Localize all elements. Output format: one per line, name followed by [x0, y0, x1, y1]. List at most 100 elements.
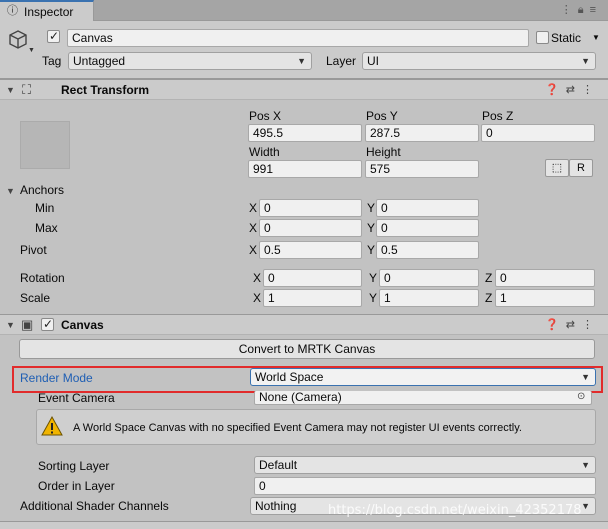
- canvas-component-header[interactable]: ▼ ▣ Canvas ❓⇄⋮: [0, 314, 608, 335]
- pivot-y-field[interactable]: 0.5: [376, 241, 479, 259]
- help-icon: ❓: [545, 84, 566, 96]
- anchor-preset-button[interactable]: [20, 121, 70, 169]
- tag-dropdown[interactable]: Untagged ▼: [68, 52, 312, 70]
- scale-label: Scale: [20, 291, 51, 305]
- layer-value: UI: [367, 54, 379, 68]
- scale-y-label: Y: [369, 291, 378, 305]
- rot-x-label: X: [253, 271, 262, 285]
- event-camera-field[interactable]: None (Camera): [254, 391, 592, 405]
- preset-icon: ⇄: [565, 319, 582, 331]
- scale-x-field[interactable]: 1: [263, 289, 362, 307]
- raw-button-label: R: [577, 162, 585, 174]
- gameobject-cube-icon[interactable]: [8, 29, 28, 51]
- canvas-title: Canvas: [61, 318, 104, 332]
- scale-z-label: Z: [485, 291, 493, 305]
- rot-x-field[interactable]: 0: [263, 269, 362, 287]
- sorting-layer-label: Sorting Layer: [38, 459, 110, 473]
- component-icons[interactable]: ❓⇄⋮: [545, 83, 600, 96]
- max-y-field[interactable]: 0: [376, 219, 479, 237]
- pos-z-field[interactable]: 0: [481, 124, 595, 142]
- tab-menu-icons[interactable]: ⋮🔒︎≡: [561, 3, 602, 17]
- min-y-label: Y: [367, 201, 376, 215]
- min-label: Min: [35, 201, 55, 215]
- blueprint-mode-button[interactable]: ⬚: [545, 159, 569, 177]
- chevron-down-icon: ▼: [581, 501, 590, 511]
- rot-y-label: Y: [369, 271, 378, 285]
- pos-x-field[interactable]: 495.5: [248, 124, 362, 142]
- width-field[interactable]: 991: [248, 160, 362, 178]
- scale-y-field[interactable]: 1: [379, 289, 479, 307]
- foldout-arrow-icon[interactable]: ▼: [6, 320, 15, 330]
- convert-mrtk-canvas-button[interactable]: Convert to MRTK Canvas: [19, 339, 595, 359]
- more-icon: ⋮: [582, 319, 600, 331]
- min-x-field[interactable]: 0: [259, 199, 362, 217]
- pivot-x-field[interactable]: 0.5: [259, 241, 362, 259]
- more-icon: ⋮: [582, 84, 600, 96]
- preset-icon: ⇄: [565, 84, 582, 96]
- canvas-enabled-checkbox[interactable]: [41, 317, 54, 331]
- tab-inspector[interactable]: ⓘ Inspector: [0, 0, 94, 21]
- more-icon[interactable]: ⋮: [561, 4, 578, 16]
- anchors-foldout-icon[interactable]: ▼: [6, 186, 15, 196]
- active-checkbox[interactable]: [47, 29, 60, 43]
- pos-z-label: Pos Z: [482, 109, 514, 123]
- rect-transform-icon: ⛶: [22, 82, 32, 97]
- chevron-down-icon: ▼: [581, 460, 590, 470]
- watermark-text: https://blog.csdn.net/weixin_42352178: [328, 503, 582, 518]
- min-y-field[interactable]: 0: [376, 199, 479, 217]
- tag-label: Tag: [42, 54, 62, 68]
- max-x-label: X: [249, 221, 258, 235]
- rot-y-field[interactable]: 0: [379, 269, 479, 287]
- rot-z-field[interactable]: 0: [495, 269, 595, 287]
- object-picker-icon[interactable]: ⊙: [577, 391, 585, 402]
- pos-y-field[interactable]: 287.5: [365, 124, 479, 142]
- component-icons[interactable]: ❓⇄⋮: [545, 318, 600, 331]
- sorting-layer-dropdown[interactable]: Default ▼: [254, 456, 596, 474]
- pos-y-label: Pos Y: [366, 109, 398, 123]
- height-field[interactable]: 575: [365, 160, 479, 178]
- warning-text: A World Space Canvas with no specified E…: [73, 422, 522, 434]
- rot-z-label: Z: [485, 271, 493, 285]
- chevron-down-icon: ▼: [581, 56, 590, 66]
- static-checkbox[interactable]: [536, 31, 549, 44]
- height-label: Height: [366, 145, 401, 159]
- next-component-header[interactable]: [0, 521, 608, 529]
- anchors-label: Anchors: [20, 183, 65, 197]
- tab-inspector-label: Inspector: [24, 5, 74, 19]
- layer-dropdown[interactable]: UI ▼: [362, 52, 596, 70]
- render-mode-dropdown[interactable]: World Space ▼: [250, 368, 596, 386]
- object-name-field[interactable]: Canvas: [67, 29, 529, 47]
- static-label: Static: [551, 31, 582, 45]
- warning-icon: [41, 415, 63, 436]
- sorting-layer-value: Default: [259, 458, 298, 472]
- max-label: Max: [35, 221, 58, 235]
- blueprint-icon: ⬚: [551, 162, 563, 174]
- pos-x-label: Pos X: [249, 109, 282, 123]
- rect-transform-title: Rect Transform: [61, 83, 150, 97]
- chevron-down-icon: ▼: [581, 372, 590, 382]
- order-in-layer-field[interactable]: 0: [254, 477, 596, 495]
- canvas-component-icon: ▣: [21, 317, 34, 332]
- pivot-y-label: Y: [367, 243, 376, 257]
- tag-value: Untagged: [73, 54, 126, 68]
- static-dropdown-arrow-icon[interactable]: ▼: [592, 33, 600, 42]
- scale-z-field[interactable]: 1: [495, 289, 595, 307]
- width-label: Width: [249, 145, 280, 159]
- shader-channels-value: Nothing: [255, 499, 297, 513]
- lock-icon[interactable]: 🔒︎: [578, 4, 590, 16]
- render-mode-label: Render Mode: [20, 371, 93, 385]
- foldout-arrow-icon[interactable]: ▼: [6, 85, 15, 95]
- menu-icon[interactable]: ≡: [590, 4, 602, 16]
- raw-edit-button[interactable]: R: [569, 159, 593, 177]
- shader-channels-label: Additional Shader Channels: [20, 499, 169, 513]
- info-icon: ⓘ: [7, 5, 18, 17]
- max-y-label: Y: [367, 221, 376, 235]
- icon-dropdown-arrow-icon[interactable]: ▼: [28, 47, 35, 54]
- rect-transform-header[interactable]: ▼ ⛶ Rect Transform ❓⇄⋮: [0, 79, 608, 100]
- tab-bar: ⓘ Inspector ⋮🔒︎≡: [0, 0, 608, 21]
- max-x-field[interactable]: 0: [259, 219, 362, 237]
- scale-x-label: X: [253, 291, 262, 305]
- min-x-label: X: [249, 201, 258, 215]
- event-camera-label: Event Camera: [38, 391, 115, 405]
- rotation-label: Rotation: [20, 271, 65, 285]
